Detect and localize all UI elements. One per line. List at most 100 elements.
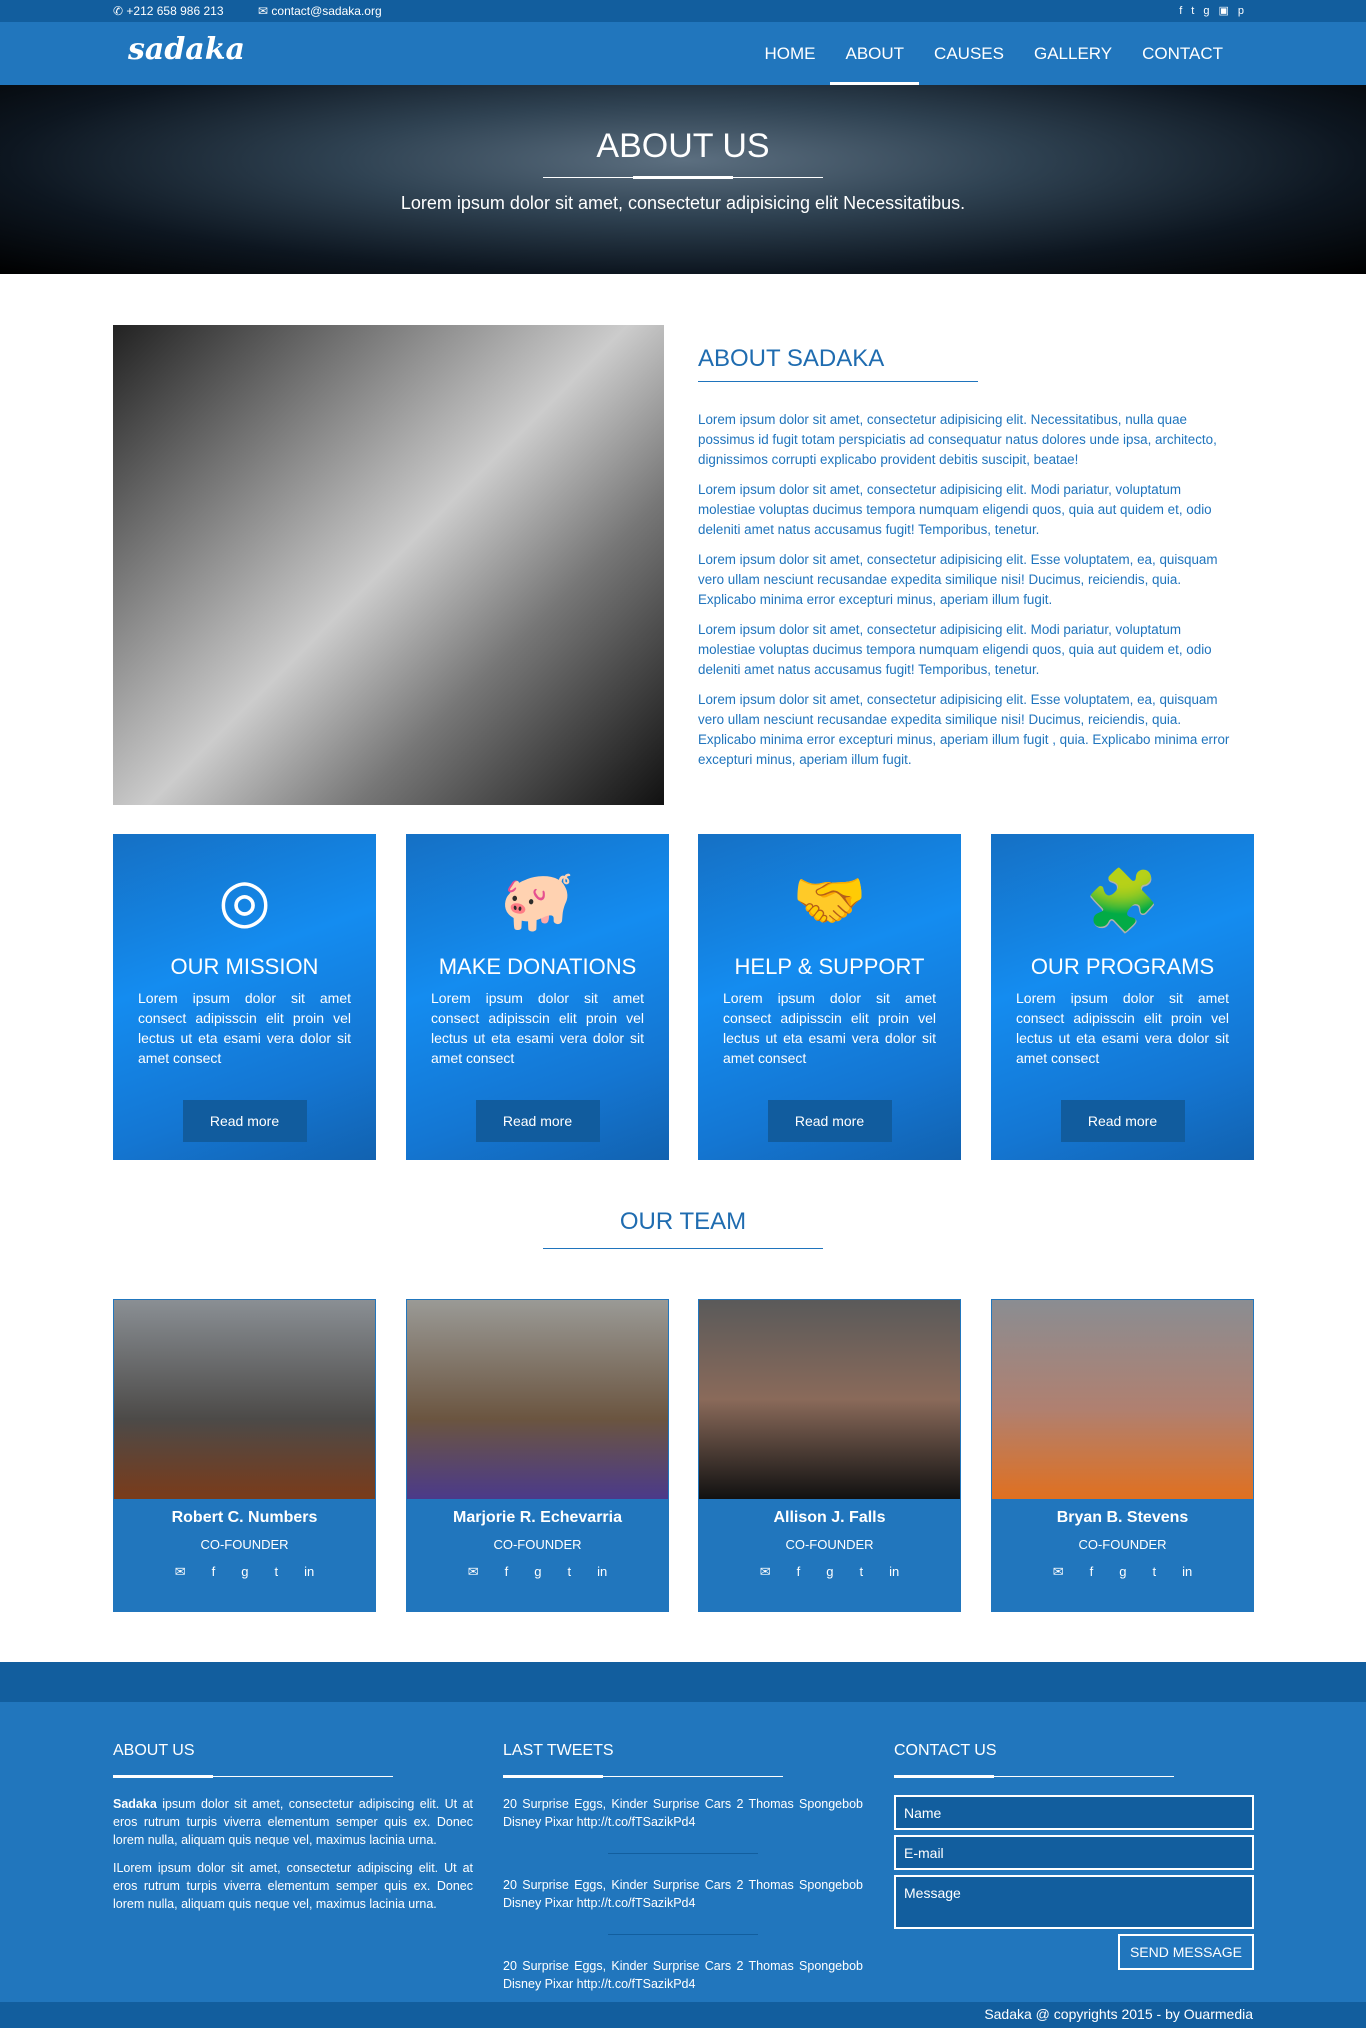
puzzle-icon: 🧩 (1085, 867, 1160, 934)
nav-home[interactable]: HOME (749, 22, 830, 85)
envelope-icon[interactable]: ✉ (760, 1564, 771, 1580)
phone-number: +212 658 986 213 (126, 4, 224, 18)
top-bar: ✆ +212 658 986 213 ✉ contact@sadaka.org … (0, 0, 1366, 22)
about-paragraph: Lorem ipsum dolor sit amet, consectetur … (698, 482, 1212, 537)
card-text: Lorem ipsum dolor sit amet consect adipi… (431, 990, 644, 1066)
google-plus-icon[interactable]: g (534, 1564, 541, 1580)
footer-tweets: LAST TWEETS 20 Surprise Eggs, Kinder Sur… (503, 1742, 863, 1993)
tweet-separator (608, 1934, 758, 1935)
about-section: ABOUT SADAKA Lorem ipsum dolor sit amet,… (698, 345, 1240, 780)
read-more-button[interactable]: Read more (1060, 1100, 1185, 1142)
footer: ABOUT US Sadaka ipsum dolor sit amet, co… (0, 1702, 1366, 2002)
divider (113, 1775, 393, 1778)
member-role: CO-FOUNDER (1078, 1537, 1167, 1552)
google-plus-icon[interactable]: g (241, 1564, 248, 1580)
google-plus-icon[interactable]: g (1119, 1564, 1126, 1580)
phone-info: ✆ +212 658 986 213 (113, 4, 224, 18)
footer-tweets-title: LAST TWEETS (503, 1742, 614, 1759)
hands-photo (113, 325, 664, 805)
email-info[interactable]: ✉ contact@sadaka.org (258, 4, 382, 18)
member-photo (407, 1300, 668, 1499)
team-member: Marjorie R. Echevarria CO-FOUNDER ✉ f g t in (406, 1299, 669, 1612)
linkedin-icon[interactable]: in (304, 1564, 314, 1580)
envelope-icon[interactable]: ✉ (1053, 1564, 1064, 1580)
envelope-icon[interactable]: ✉ (468, 1564, 479, 1580)
footer-contact: CONTACT US Name E-mail Message SEND MESS… (894, 1742, 1254, 1970)
nav-about[interactable]: ABOUT (830, 22, 919, 85)
piggy-bank-icon: 🐖 (500, 867, 575, 934)
send-message-button[interactable]: SEND MESSAGE (1117, 1934, 1254, 1970)
google-plus-icon[interactable]: g (1203, 5, 1218, 17)
about-paragraph: Lorem ipsum dolor sit amet, consectetur … (698, 622, 1212, 677)
card-title: HELP & SUPPORT (734, 954, 925, 979)
facebook-icon[interactable]: f (505, 1564, 509, 1580)
facebook-icon[interactable]: f (1090, 1564, 1094, 1580)
facebook-icon[interactable]: f (1179, 5, 1191, 17)
social-links: ftg▣p (1179, 4, 1253, 17)
read-more-button[interactable]: Read more (182, 1100, 307, 1142)
hero-subtitle: Lorem ipsum dolor sit amet, consectetur … (400, 193, 966, 213)
read-more-button[interactable]: Read more (767, 1100, 892, 1142)
tweet[interactable]: 20 Surprise Eggs, Kinder Surprise Cars 2… (503, 1795, 863, 1831)
member-name: Allison J. Falls (773, 1509, 886, 1526)
footer-about-text: ILorem ipsum dolor sit amet, consectetur… (113, 1861, 473, 1911)
twitter-icon[interactable]: t (860, 1564, 864, 1580)
card-title: OUR PROGRAMS (1030, 954, 1215, 979)
handshake-icon: 🤝 (792, 867, 867, 934)
divider (503, 1775, 783, 1778)
twitter-icon[interactable]: t (568, 1564, 572, 1580)
email-input[interactable]: E-mail (894, 1835, 1254, 1870)
email-address[interactable]: contact@sadaka.org (271, 4, 381, 18)
nav-menu: HOME ABOUT CAUSES GALLERY CONTACT (749, 22, 1238, 85)
facebook-icon[interactable]: f (797, 1564, 801, 1580)
copyright-text: Sadaka @ copyrights 2015 - by Ouarmedia (984, 2006, 1253, 2022)
twitter-icon[interactable]: t (1191, 5, 1203, 17)
linkedin-icon[interactable]: in (889, 1564, 899, 1580)
tweet[interactable]: 20 Surprise Eggs, Kinder Surprise Cars 2… (503, 1876, 863, 1912)
read-more-button[interactable]: Read more (475, 1100, 600, 1142)
message-textarea[interactable]: Message (894, 1875, 1254, 1929)
hero-title: ABOUT US (596, 127, 770, 165)
nav-causes[interactable]: CAUSES (919, 22, 1019, 85)
main-nav: sadaka HOME ABOUT CAUSES GALLERY CONTACT (0, 22, 1366, 85)
team-title: OUR TEAM (619, 1208, 747, 1235)
tweet[interactable]: 20 Surprise Eggs, Kinder Surprise Cars 2… (503, 1957, 863, 1993)
google-plus-icon[interactable]: g (826, 1564, 833, 1580)
brand-name: Sadaka (113, 1797, 157, 1811)
divider (894, 1775, 1174, 1778)
linkedin-icon[interactable]: in (1182, 1564, 1192, 1580)
card-text: Lorem ipsum dolor sit amet consect adipi… (723, 990, 936, 1066)
target-icon: ◎ (218, 867, 271, 934)
linkedin-icon[interactable]: in (597, 1564, 607, 1580)
hero-divider-accent (633, 176, 733, 179)
team-member: Allison J. Falls CO-FOUNDER ✉ f g t in (698, 1299, 961, 1612)
copyright-bar: Sadaka @ copyrights 2015 - by Ouarmedia (0, 2002, 1366, 2028)
team-member: Robert C. Numbers CO-FOUNDER ✉ f g t in (113, 1299, 376, 1612)
nav-contact[interactable]: CONTACT (1127, 22, 1238, 85)
twitter-icon[interactable]: t (275, 1564, 279, 1580)
card-text: Lorem ipsum dolor sit amet consect adipi… (138, 990, 351, 1066)
twitter-icon[interactable]: t (1153, 1564, 1157, 1580)
youtube-icon[interactable]: ▣ (1218, 5, 1237, 17)
nav-gallery[interactable]: GALLERY (1019, 22, 1127, 85)
logo[interactable]: sadaka (128, 32, 245, 67)
envelope-icon[interactable]: ✉ (175, 1564, 186, 1580)
member-role: CO-FOUNDER (785, 1537, 874, 1552)
card-title: MAKE DONATIONS (438, 954, 637, 979)
member-role: CO-FOUNDER (200, 1537, 289, 1552)
member-name: Bryan B. Stevens (1056, 1509, 1189, 1526)
about-title: ABOUT SADAKA (698, 345, 885, 372)
card-title: OUR MISSION (170, 954, 319, 979)
card-help-support: 🤝 HELP & SUPPORT Lorem ipsum dolor sit a… (698, 834, 961, 1160)
about-paragraph: Lorem ipsum dolor sit amet, consectetur … (698, 552, 1218, 607)
member-photo (699, 1300, 960, 1499)
footer-about-title: ABOUT US (113, 1742, 195, 1759)
about-divider (698, 381, 978, 382)
team-divider (543, 1248, 823, 1249)
hero-banner: ABOUT US Lorem ipsum dolor sit amet, con… (0, 85, 1366, 274)
facebook-icon[interactable]: f (212, 1564, 216, 1580)
name-input[interactable]: Name (894, 1795, 1254, 1830)
pinterest-icon[interactable]: p (1238, 5, 1253, 17)
member-photo (114, 1300, 375, 1499)
card-make-donations: 🐖 MAKE DONATIONS Lorem ipsum dolor sit a… (406, 834, 669, 1160)
